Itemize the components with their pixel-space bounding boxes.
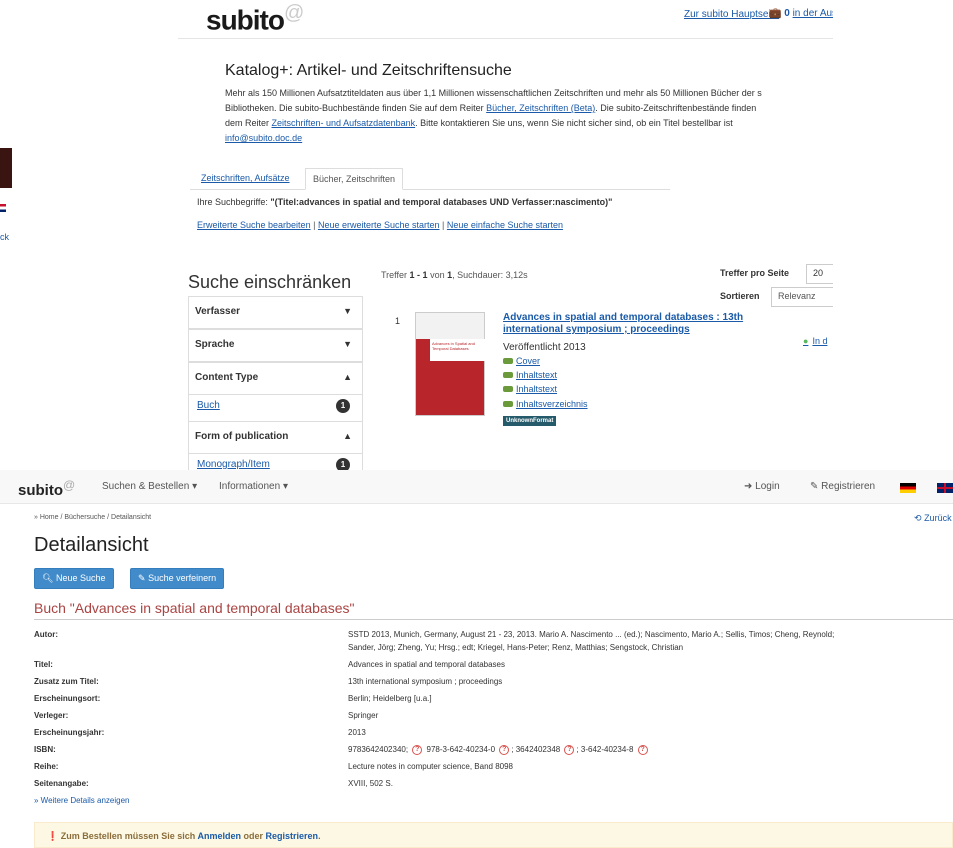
result-link-content-1[interactable]: Inhaltstext	[503, 370, 557, 380]
heading-divider	[34, 619, 953, 620]
order-alert: ❗ Zum Bestellen müssen Sie sich Anmelden…	[34, 822, 953, 848]
detail-label-title: Titel:	[34, 660, 53, 669]
detail-value-subtitle: 13th international symposium ; proceedin…	[348, 677, 503, 686]
per-page-select[interactable]: 20	[806, 264, 833, 284]
back-arrow-icon: ⟲	[914, 513, 922, 523]
detail-value-series: Lecture notes in computer science, Band …	[348, 762, 513, 771]
detail-value-pages: XVIII, 502 S.	[348, 779, 393, 788]
caret-down-icon: ▾	[192, 481, 198, 492]
alert-register-link[interactable]: Registrieren	[266, 831, 319, 841]
result-published: Veröffentlicht 2013	[503, 342, 586, 353]
alert-login-link[interactable]: Anmelden	[197, 831, 241, 841]
detail-label-subtitle: Zusatz zum Titel:	[34, 677, 99, 686]
detail-label-pages: Seitenangabe:	[34, 779, 89, 788]
search-terms: Ihre Suchbegriffe: "(Titel:advances in s…	[197, 197, 613, 207]
chevron-down-icon: ▼	[343, 306, 352, 316]
page-title: Detailansicht	[34, 534, 149, 556]
books-tab-link[interactable]: Bücher, Zeitschriften (Beta)	[486, 103, 595, 113]
breadcrumb: » Home / Büchersuche / Detailansicht	[34, 514, 152, 521]
new-advanced-search-link[interactable]: Neue erweiterte Suche starten	[318, 220, 440, 230]
catalog-description: Mehr als 150 Millionen Aufsatztiteldaten…	[225, 88, 762, 143]
catalog-logo[interactable]: subito@	[206, 2, 304, 36]
result-number: 1	[395, 316, 401, 326]
result-link-content-2[interactable]: Inhaltstext	[503, 384, 557, 394]
edit-advanced-search-link[interactable]: Erweiterte Suche bearbeiten	[197, 220, 311, 230]
count-badge: 1	[336, 399, 350, 413]
info-icon: ❗	[47, 831, 59, 841]
left-edge-link[interactable]: ck	[0, 232, 9, 242]
help-icon[interactable]: ?	[564, 744, 575, 755]
back-link[interactable]: ⟲ Zurück	[914, 513, 952, 524]
facet-content-type-book[interactable]: Buch 1	[188, 391, 363, 421]
per-page-label: Treffer pro Seite	[720, 268, 790, 278]
hits-summary: Treffer 1 - 1 von 1, Suchdauer: 3,12s	[381, 270, 528, 280]
catalog-cart[interactable]: 💼 0 in der Aus	[769, 8, 833, 19]
contact-email-link[interactable]: info@subito.doc.de	[225, 133, 302, 143]
detail-value-year: 2013	[348, 728, 366, 737]
result-link-toc[interactable]: Inhaltsverzeichnis	[503, 399, 588, 409]
new-search-button[interactable]: 🔍︎ Neue Suche	[34, 568, 114, 589]
facet-language[interactable]: Sprache ▼	[188, 329, 363, 362]
pencil-icon: ✎	[810, 481, 819, 492]
chevron-up-icon: ▲	[343, 431, 352, 441]
nav-login[interactable]: ➜ Login	[744, 481, 780, 492]
catalog-divider	[178, 38, 833, 39]
left-edge-flag-icon	[0, 204, 6, 212]
journals-db-link[interactable]: Zeitschriften- und Aufsatzdatenbank	[272, 118, 416, 128]
tab-journals-articles[interactable]: Zeitschriften, Aufsätze	[194, 168, 297, 190]
help-icon[interactable]: ?	[637, 744, 648, 755]
catalog-tabs: Zeitschriften, Aufsätze Bücher, Zeitschr…	[190, 168, 670, 190]
catalog-title: Katalog+: Artikel- und Zeitschriftensuch…	[225, 62, 512, 79]
format-badge: UnknownFormat	[503, 416, 557, 426]
detail-value-title: Advances in spatial and temporal databas…	[348, 660, 505, 669]
tab-books-journals[interactable]: Bücher, Zeitschriften	[305, 168, 404, 190]
detail-label-isbn: ISBN:	[34, 745, 56, 754]
detail-page: subito@ Suchen & Bestellen ▾ Information…	[0, 470, 953, 848]
chevron-up-icon: ▲	[343, 372, 352, 382]
catalog-page: subito@ Zur subito Hauptseite 💼 0 in der…	[160, 0, 833, 470]
detail-label-place: Erscheinungsort:	[34, 694, 101, 703]
help-icon[interactable]: ?	[499, 744, 510, 755]
result-title-link[interactable]: Advances in spatial and temporal databas…	[503, 312, 783, 336]
german-flag-icon[interactable]	[900, 483, 916, 493]
filter-heading: Suche einschränken	[188, 272, 352, 292]
left-edge-dark-block	[0, 148, 12, 188]
availability-link[interactable]: In d	[803, 336, 827, 346]
subito-logo[interactable]: subito@	[18, 478, 75, 499]
nav-register[interactable]: ✎ Registrieren	[810, 481, 875, 492]
result-link-cover[interactable]: Cover	[503, 356, 540, 366]
new-simple-search-link[interactable]: Neue einfache Suche starten	[447, 220, 563, 230]
book-cover-image[interactable]: Advances in Spatial and Temporal Databas…	[415, 312, 486, 416]
catalog-home-link[interactable]: Zur subito Hauptseite	[684, 9, 779, 20]
detail-value-author: SSTD 2013, Munich, Germany, August 21 - …	[348, 630, 835, 652]
detail-label-series: Reihe:	[34, 762, 59, 771]
detail-label-publisher: Verleger:	[34, 711, 69, 720]
detail-label-author: Autor:	[34, 630, 58, 639]
detail-label-year: Erscheinungsjahr:	[34, 728, 105, 737]
more-details-link[interactable]: » Weitere Details anzeigen	[34, 796, 129, 805]
detail-value-place: Berlin; Heidelberg [u.a.]	[348, 694, 432, 703]
login-icon: ➜	[744, 481, 753, 492]
facet-author[interactable]: Verfasser ▼	[188, 296, 363, 329]
help-icon[interactable]: ?	[412, 744, 423, 755]
sort-select[interactable]: Relevanz	[771, 287, 833, 307]
uk-flag-icon[interactable]	[937, 483, 953, 493]
book-heading: Buch "Advances in spatial and temporal d…	[34, 600, 355, 616]
chevron-down-icon: ▼	[343, 339, 352, 349]
cart-icon: 💼	[769, 8, 782, 19]
refine-search-button[interactable]: ✎ Suche verfeinern	[130, 568, 225, 589]
facet-form-monograph[interactable]: Monograph/Item 1	[188, 450, 363, 470]
detail-value-isbn: 9783642402340; ? 978-3-642-40234-0 ?; 36…	[348, 743, 650, 756]
search-icon: 🔍︎	[42, 573, 54, 583]
nav-search-order[interactable]: Suchen & Bestellen ▾	[102, 481, 197, 492]
caret-down-icon: ▾	[282, 481, 288, 492]
search-action-links: Erweiterte Suche bearbeiten | Neue erwei…	[197, 220, 563, 230]
navbar: subito@ Suchen & Bestellen ▾ Information…	[0, 470, 953, 504]
count-badge: 1	[336, 458, 350, 470]
nav-information[interactable]: Informationen ▾	[219, 481, 288, 492]
sort-label: Sortieren	[720, 291, 760, 301]
edit-icon: ✎	[138, 573, 146, 583]
detail-value-publisher: Springer	[348, 711, 379, 720]
